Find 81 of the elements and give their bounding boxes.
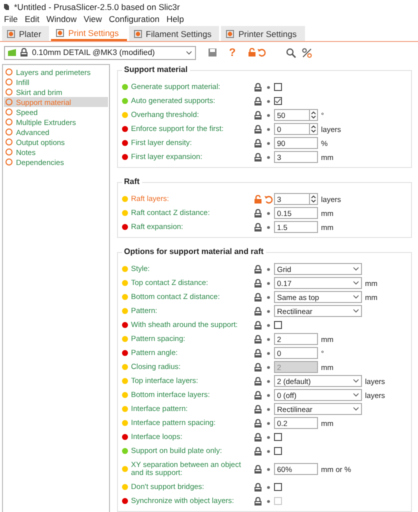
lock-icon[interactable]: [254, 320, 262, 330]
circle-icon: [5, 148, 13, 156]
caret-icon: [353, 295, 359, 299]
group-title: Raft: [122, 177, 142, 186]
lock-icon[interactable]: [254, 496, 262, 506]
lock-icon[interactable]: [254, 152, 262, 162]
search-icon[interactable]: [286, 48, 296, 58]
flag-icon: [8, 49, 16, 56]
tab-icon: [56, 28, 64, 36]
circle-icon: [5, 88, 13, 96]
circle-icon: [5, 68, 13, 76]
lock-icon[interactable]: [254, 432, 262, 442]
lock-icon[interactable]: [20, 48, 28, 57]
lock-icon[interactable]: [254, 390, 262, 400]
app-logo-icon: [3, 2, 10, 10]
preset-dropdown[interactable]: 0.10mm DETAIL @MK3 (modified): [4, 46, 196, 60]
circle-icon: [5, 118, 13, 126]
lock-icon[interactable]: [254, 292, 262, 302]
spinner-icon[interactable]: [311, 195, 316, 203]
caret-icon: [353, 267, 359, 271]
spinner-icon[interactable]: [311, 125, 316, 133]
lock-icon[interactable]: [254, 208, 262, 218]
group-title: Options for support material and raft: [122, 247, 266, 256]
circle-icon: [5, 128, 13, 136]
tab-icon: [134, 30, 142, 38]
tab[interactable]: Filament Settings: [128, 26, 220, 41]
menu-item[interactable]: Configuration: [108, 14, 160, 24]
lock-icon[interactable]: [254, 278, 262, 288]
circle-icon: [5, 98, 13, 106]
caret-icon: [353, 407, 359, 411]
tab-icon: [226, 30, 234, 38]
lock-icon[interactable]: [254, 124, 262, 134]
lock-icon[interactable]: [254, 482, 262, 492]
caret-icon: [353, 393, 359, 397]
lock-icon[interactable]: [254, 464, 262, 474]
menu-item[interactable]: Edit: [24, 14, 40, 24]
lock-icon[interactable]: [254, 334, 262, 344]
checkbox[interactable]: [274, 97, 282, 105]
lock-icon[interactable]: [254, 348, 262, 358]
caret-icon: [353, 309, 359, 313]
unlocked-lock-icon[interactable]: [254, 194, 262, 204]
unlocked-lock-icon[interactable]: [248, 48, 256, 57]
circle-icon: [5, 138, 13, 146]
circle-icon: [5, 78, 13, 86]
group-title: Support material: [122, 65, 190, 74]
save-icon[interactable]: [208, 48, 217, 57]
checkbox[interactable]: [274, 321, 282, 329]
lock-icon[interactable]: [254, 110, 262, 120]
lock-icon[interactable]: [254, 82, 262, 92]
checkbox[interactable]: [274, 483, 282, 491]
menu-item[interactable]: File: [4, 14, 18, 24]
circle-icon: [5, 158, 13, 166]
check-icon: [275, 98, 281, 104]
circle-icon: [5, 108, 13, 116]
menu-item[interactable]: View: [84, 14, 102, 24]
caret-icon: [186, 50, 192, 54]
checkbox[interactable]: [274, 447, 282, 455]
undo-arrow-icon[interactable]: [264, 194, 273, 204]
caret-icon: [353, 281, 359, 285]
lock-icon[interactable]: [254, 222, 262, 232]
menu-item[interactable]: Window: [46, 14, 77, 24]
tab[interactable]: Printer Settings: [221, 26, 305, 41]
lock-icon[interactable]: [254, 376, 262, 386]
window-title: *Untitled - PrusaSlicer-2.5.0 based on Slic3r: [14, 2, 180, 12]
lock-icon[interactable]: [254, 418, 262, 428]
lock-icon[interactable]: [254, 446, 262, 456]
checkbox[interactable]: [274, 83, 282, 91]
tab-icon: [7, 30, 15, 38]
lock-icon[interactable]: [254, 138, 262, 148]
checkbox[interactable]: [274, 433, 282, 441]
menu-item[interactable]: Help: [166, 14, 184, 24]
lock-icon[interactable]: [254, 306, 262, 316]
undo-arrow-icon[interactable]: [256, 48, 266, 57]
caret-icon: [353, 379, 359, 383]
lock-icon[interactable]: [254, 404, 262, 414]
spinner-icon[interactable]: [311, 111, 316, 119]
lock-icon[interactable]: [254, 362, 262, 372]
compare-icon[interactable]: [302, 48, 312, 58]
lock-icon[interactable]: [254, 264, 262, 274]
tab[interactable]: Plater: [2, 26, 50, 41]
lock-icon[interactable]: [254, 96, 262, 106]
